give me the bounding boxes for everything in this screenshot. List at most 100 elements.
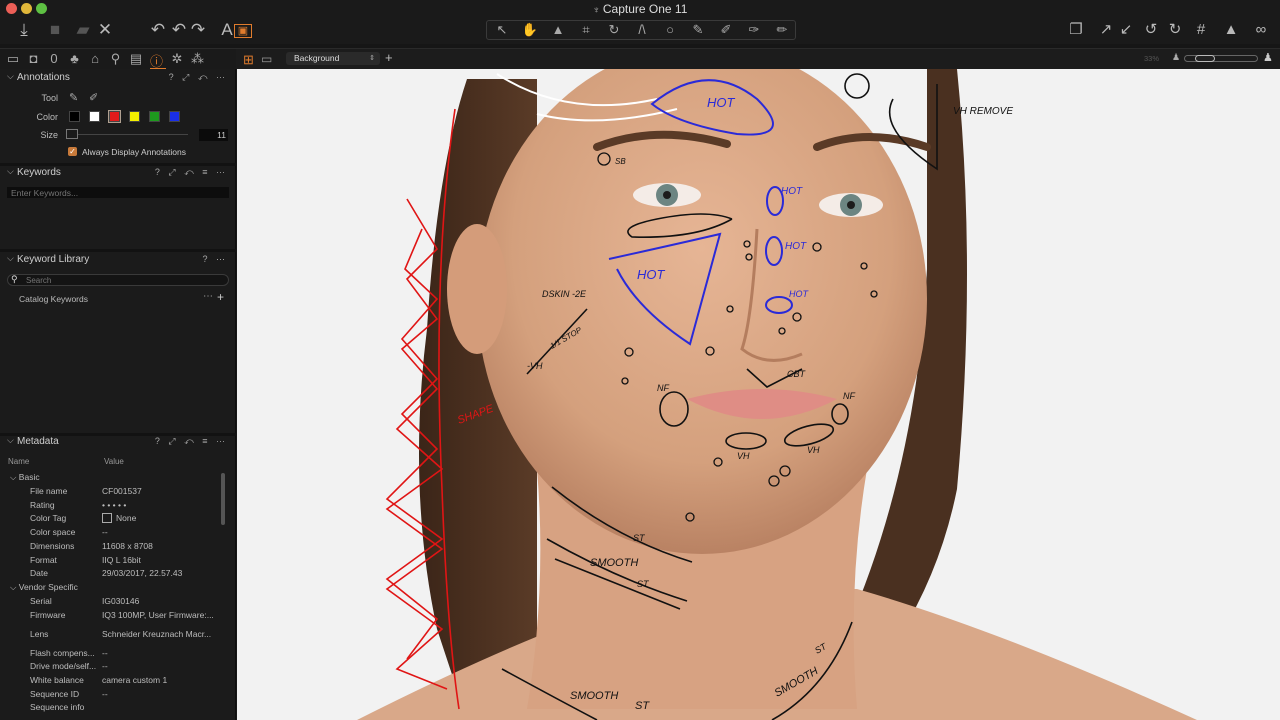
- metadata-value[interactable]: None: [102, 513, 136, 524]
- catalog-keywords-item[interactable]: Catalog Keywords: [19, 294, 88, 304]
- rotate-left-icon[interactable]: ↺: [1140, 20, 1162, 40]
- always-display-checkbox[interactable]: ✓: [68, 147, 77, 156]
- picker-tool-icon[interactable]: ✎: [687, 22, 709, 38]
- delete-icon[interactable]: ✕: [94, 20, 116, 40]
- metadata-row: Sequence info: [0, 702, 220, 715]
- rotate-right-icon[interactable]: ↻: [1164, 20, 1186, 40]
- panel-controls[interactable]: ? ⋯: [202, 254, 228, 265]
- color-tag-box[interactable]: [102, 513, 112, 524]
- adjustments-tab[interactable]: ▤: [127, 51, 145, 67]
- single-view-icon[interactable]: ▭: [261, 52, 272, 66]
- annotation-label: ST: [635, 700, 650, 712]
- metadata-name: File name: [30, 486, 68, 496]
- metadata-row: Date 29/03/2017, 22.57.43: [0, 568, 220, 581]
- column-header-value[interactable]: Value: [104, 457, 124, 466]
- metadata-panel-header[interactable]: ⌵ Metadata ? ⤢ ↶ ≡ ⋯: [0, 435, 236, 451]
- camera-capture-icon[interactable]: ■: [44, 20, 66, 40]
- color-swatch[interactable]: [89, 111, 100, 122]
- size-slider-thumb[interactable]: [66, 129, 78, 139]
- library-tab[interactable]: ▭: [4, 51, 22, 67]
- annotation-overlay-icon[interactable]: ▣: [234, 24, 252, 38]
- color-tab[interactable]: ♣: [66, 51, 84, 66]
- erase-mask-icon[interactable]: ✑: [743, 22, 765, 38]
- metadata-row: Color space --: [0, 527, 220, 540]
- annotation-label: ST: [633, 533, 646, 543]
- color-swatch[interactable]: [129, 111, 140, 122]
- grid-icon[interactable]: #: [1190, 20, 1212, 40]
- keyword-library-panel-header[interactable]: ⌵ Keyword Library ? ⋯: [0, 253, 236, 269]
- size-value-field[interactable]: 11: [199, 129, 228, 141]
- metadata-value[interactable]: CF001537: [102, 486, 142, 496]
- keyword-search-input[interactable]: [26, 275, 216, 285]
- metadata-value[interactable]: IIQ L 16bit: [102, 555, 141, 565]
- keyword-search-field[interactable]: ⚲: [7, 274, 229, 286]
- color-swatch[interactable]: [69, 111, 80, 122]
- mask-brush-icon[interactable]: ✐: [715, 22, 737, 38]
- zoom-slider[interactable]: [1184, 55, 1258, 62]
- tool-label: Tool: [41, 93, 58, 103]
- layer-select[interactable]: Background ⇕: [286, 52, 380, 65]
- pan-tool-icon[interactable]: ✋: [519, 22, 541, 38]
- process-icon[interactable]: ▰: [72, 20, 94, 40]
- keywords-input[interactable]: [7, 187, 229, 198]
- metadata-value[interactable]: --: [102, 661, 108, 671]
- annotations-panel-header[interactable]: ⌵ Annotations ? ⤢ ↶ ⋯: [0, 71, 236, 87]
- zoom-slider-thumb[interactable]: [1195, 55, 1215, 62]
- size-slider[interactable]: [66, 129, 188, 139]
- color-swatch[interactable]: [149, 111, 160, 122]
- keystone-tool-icon[interactable]: /\: [631, 22, 653, 37]
- pen-tool-icon[interactable]: ✎: [69, 91, 78, 104]
- batch-tab[interactable]: ⁂: [189, 51, 207, 67]
- metadata-value[interactable]: camera custom 1: [102, 675, 167, 685]
- import-icon[interactable]: ⤓: [13, 20, 35, 40]
- add-keyword-icon[interactable]: +: [217, 290, 224, 304]
- panel-controls[interactable]: ? ⤢ ↶ ⋯: [169, 72, 228, 83]
- annotation-label: NF: [843, 391, 855, 401]
- metadata-tab[interactable]: ⓘ: [148, 51, 166, 70]
- panel-controls[interactable]: ? ⤢ ↶ ≡ ⋯: [155, 436, 228, 447]
- loupe-tool-icon[interactable]: ▲: [547, 22, 569, 37]
- metadata-group-header[interactable]: ⌵ Vendor Specific: [10, 582, 78, 593]
- column-header-name[interactable]: Name: [8, 457, 29, 466]
- proof-glasses-icon[interactable]: ∞: [1250, 20, 1272, 40]
- panel-controls[interactable]: ? ⤢ ↶ ≡ ⋯: [155, 167, 228, 178]
- metadata-scrollbar[interactable]: [221, 473, 225, 525]
- undo-all-icon[interactable]: ↶: [147, 20, 169, 40]
- metadata-group-header[interactable]: ⌵ Basic: [10, 472, 40, 483]
- metadata-value[interactable]: 11608 x 8708: [102, 541, 153, 551]
- zoom-in-icon[interactable]: ♟: [1263, 51, 1273, 64]
- details-tab[interactable]: ⚲: [107, 51, 125, 67]
- output-tab[interactable]: ✲: [168, 51, 186, 67]
- image-viewer[interactable]: HOT HOT HOT HOT HOT VH REMOVE SB DSKIN -…: [237, 69, 1280, 720]
- color-swatch[interactable]: [169, 111, 180, 122]
- zoom-out-icon[interactable]: ♟: [1172, 52, 1180, 63]
- rotate-tool-icon[interactable]: ↻: [603, 22, 625, 38]
- more-options-icon[interactable]: ⋯: [203, 291, 213, 302]
- capture-tab[interactable]: ◘: [25, 51, 43, 66]
- exposure-warning-icon[interactable]: ▲: [1220, 20, 1242, 40]
- redo-icon[interactable]: ↷: [187, 20, 209, 40]
- add-layer-button[interactable]: +: [385, 50, 393, 65]
- multi-view-icon[interactable]: ❐: [1065, 20, 1087, 40]
- metadata-value[interactable]: Schneider Kreuznach Macr...: [102, 629, 211, 639]
- keywords-panel-header[interactable]: ⌵ Keywords ? ⤢ ↶ ≡ ⋯: [0, 166, 236, 182]
- metadata-value[interactable]: --: [102, 648, 108, 658]
- crop-tool-icon[interactable]: ⌗: [575, 22, 597, 38]
- spot-tool-icon[interactable]: ○: [659, 22, 681, 37]
- metadata-value[interactable]: IQ3 100MP, User Firmware:...: [102, 610, 214, 620]
- metadata-value[interactable]: --: [102, 689, 108, 699]
- metadata-value[interactable]: --: [102, 527, 108, 537]
- marker-tool-icon[interactable]: ✐: [89, 91, 98, 104]
- metadata-value[interactable]: • • • • •: [102, 500, 126, 510]
- annotate-icon[interactable]: ✏: [771, 22, 793, 38]
- select-tool-icon[interactable]: ↖: [491, 22, 513, 38]
- move-up-icon[interactable]: ↗: [1095, 20, 1117, 40]
- grid-view-icon[interactable]: ⊞: [243, 52, 254, 68]
- lens-tab[interactable]: 0: [45, 51, 63, 66]
- metadata-value[interactable]: IG030146: [102, 596, 139, 606]
- color-swatch[interactable]: [108, 110, 121, 123]
- annotation-label: HOT: [785, 241, 807, 252]
- metadata-value[interactable]: 29/03/2017, 22.57.43: [102, 568, 182, 578]
- exposure-tab[interactable]: ⌂: [86, 51, 104, 66]
- move-down-icon[interactable]: ↙: [1115, 20, 1137, 40]
